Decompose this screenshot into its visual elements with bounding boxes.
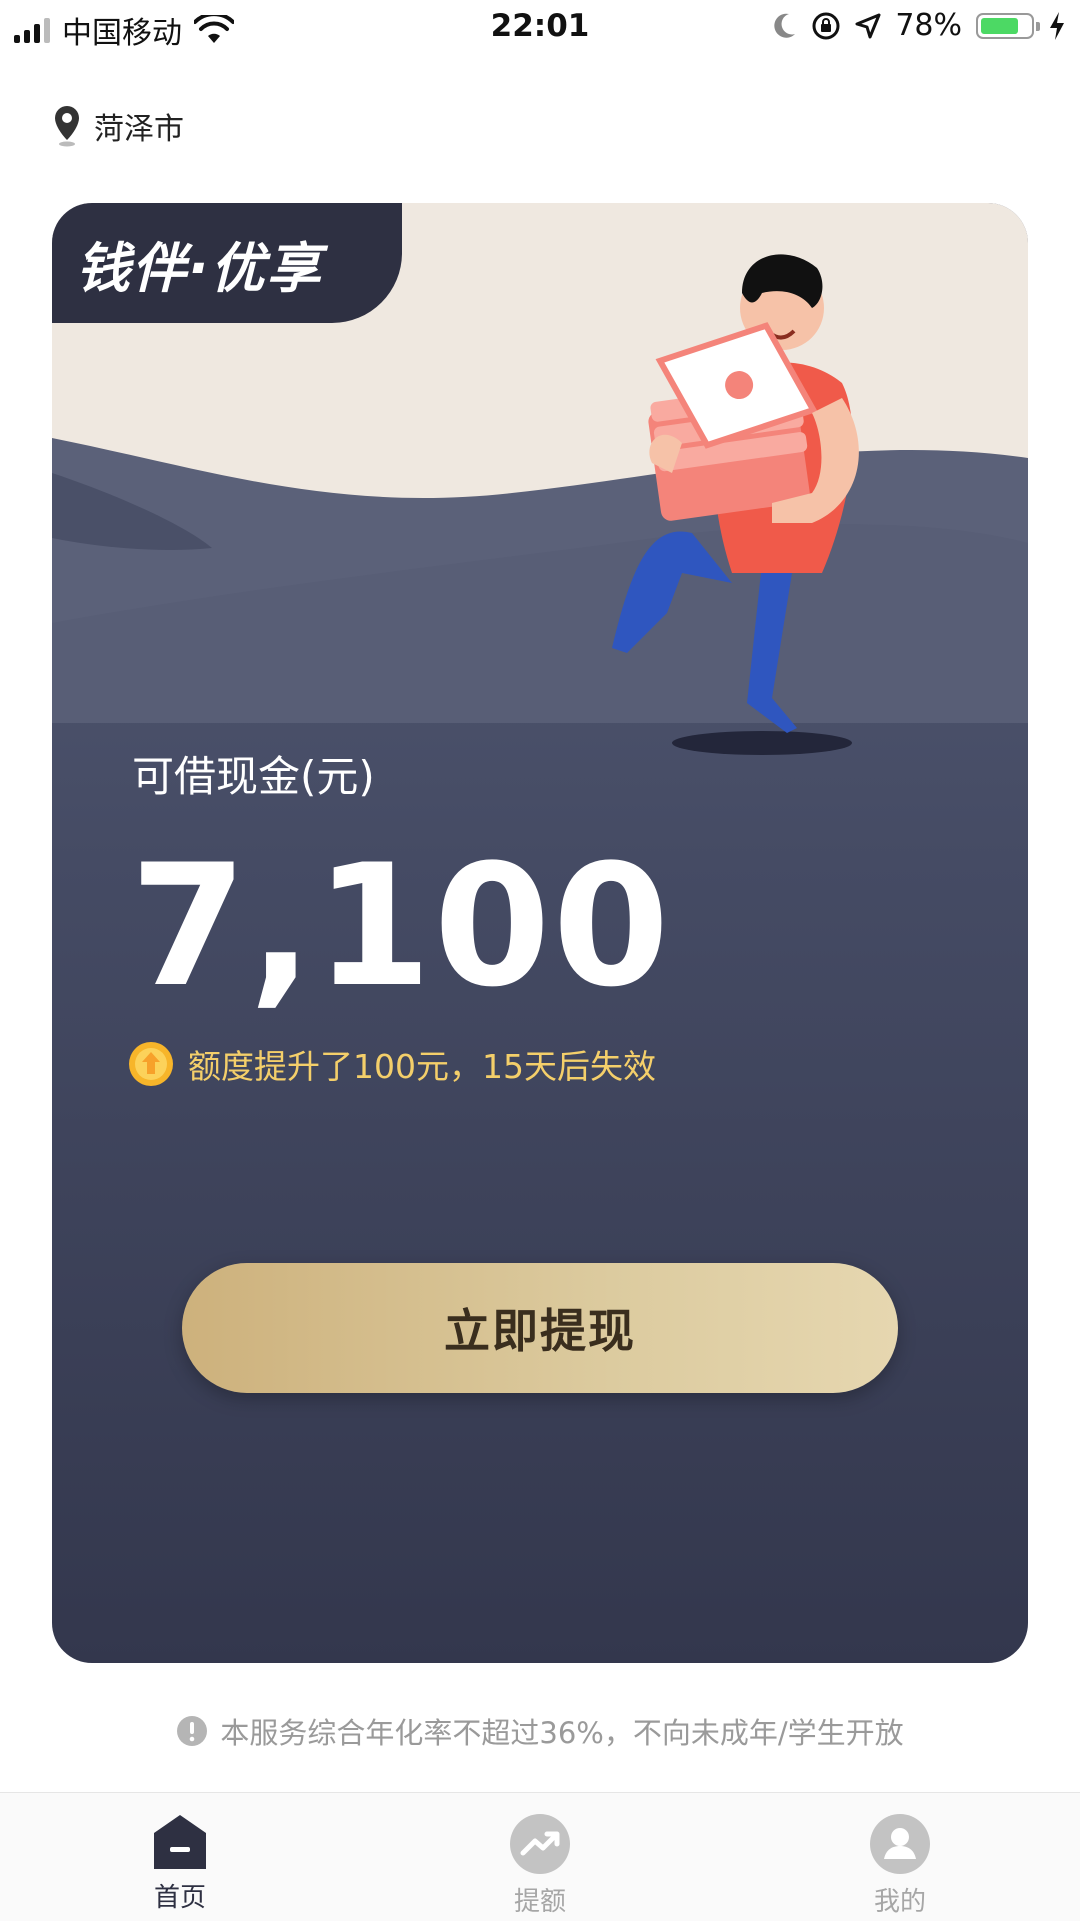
moon-icon [774,13,796,38]
tab-mine-label: 我的 [873,1887,926,1917]
tab-home-label: 首页 [153,1883,206,1913]
man-carrying-money-illustration [612,254,859,755]
notice-text: 额度提升了100元，15天后失效 [188,1047,656,1086]
withdraw-now-label: 立即提现 [444,1304,636,1358]
profile-icon [870,1814,930,1874]
loan-card: 钱伴·优享 可借现金(元) 7,100 额度提升了100元，15天后失效 立即提… [52,203,1028,1663]
home-icon [154,1815,206,1869]
location-selector[interactable]: 菏泽市 [52,104,184,148]
charging-icon [1050,11,1064,40]
location-pin-icon [55,106,79,147]
limit-increase-notice: 额度提升了100元，15天后失效 [128,1040,656,1088]
tab-home[interactable]: 首页 [100,1813,260,1914]
available-amount: 7,100 [130,828,672,1024]
disclaimer: 本服务综合年化率不超过36%，不向未成年/学生开放 [0,1710,1080,1752]
brand-badge: 钱伴·优享 [52,203,402,323]
withdraw-now-button[interactable]: 立即提现 [182,1263,898,1393]
rotation-lock-icon [812,12,840,39]
location-arrow-icon [855,13,881,38]
available-cash-label: 可借现金(元) [132,752,375,801]
disclaimer-text: 本服务综合年化率不超过36%，不向未成年/学生开放 [220,1716,904,1750]
battery-icon [976,12,1040,39]
battery-percent: 78% [895,8,962,43]
status-right: 78% [771,8,1066,43]
up-arrow-coin-icon [129,1042,173,1086]
status-bar: 中国移动 22:01 78% [0,0,1080,56]
bottom-tab-bar: 首页 提额 我的 [0,1792,1080,1921]
exclamation-icon [177,1716,208,1746]
tab-mine[interactable]: 我的 [820,1813,980,1918]
brand-name: 钱伴·优享 [76,236,323,300]
tab-raise-limit-label: 提额 [513,1887,566,1917]
tab-raise-limit[interactable]: 提额 [460,1813,620,1918]
city-label: 菏泽市 [94,112,184,147]
trend-up-icon [510,1814,570,1874]
